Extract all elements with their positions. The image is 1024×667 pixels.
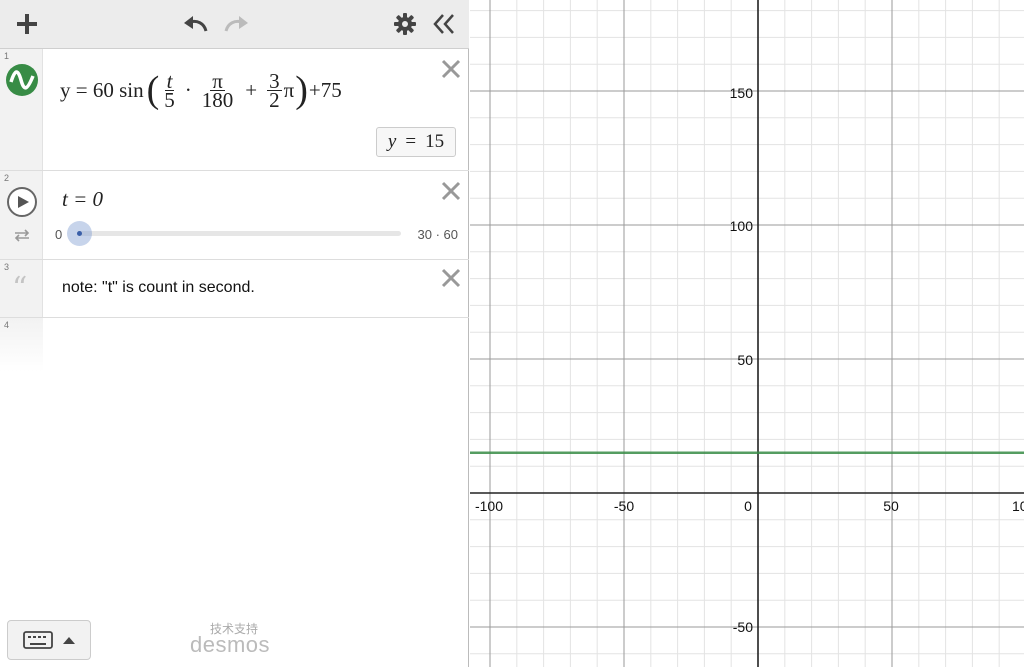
y-tick-label: 100 xyxy=(730,218,754,234)
expression-panel: 1 y = 60 sin ( t 5 · π 180 + 3 2 π) +75… xyxy=(0,0,469,667)
double-chevron-left-icon xyxy=(433,14,454,34)
close-icon xyxy=(441,59,461,79)
expression-formula[interactable]: y = 60 sin ( t 5 · π 180 + 3 2 π ) +75 xyxy=(60,69,342,112)
slider-track[interactable] xyxy=(79,231,401,236)
eval-value: 15 xyxy=(425,131,445,152)
slider-thumb-dot xyxy=(77,231,82,236)
undo-button[interactable] xyxy=(180,8,212,40)
empty-expression-gutter[interactable]: 4 xyxy=(0,318,43,372)
y-tick-label: 150 xyxy=(730,85,754,101)
settings-button[interactable] xyxy=(390,8,420,40)
x-tick-label: -50 xyxy=(614,498,634,514)
expression-index: 4 xyxy=(4,320,10,330)
slider-max-label[interactable]: 30 · 60 xyxy=(418,227,458,242)
fraction-denominator: 5 xyxy=(164,87,175,112)
close-icon xyxy=(441,268,461,288)
slider-min-label[interactable]: 0 xyxy=(55,227,62,242)
slider-variable-text[interactable]: t = 0 xyxy=(62,187,103,212)
fraction-denominator: 2 xyxy=(269,87,280,112)
collapse-panel-button[interactable] xyxy=(428,8,460,40)
expression-gutter: 3 “ xyxy=(0,260,43,317)
keyboard-toggle-button[interactable] xyxy=(7,620,91,660)
keyboard-icon xyxy=(23,631,53,649)
loop-icon[interactable] xyxy=(12,227,32,243)
close-paren: ) xyxy=(295,69,308,111)
redo-icon xyxy=(224,16,248,32)
expression-index: 3 xyxy=(4,262,10,272)
undo-icon xyxy=(184,16,208,32)
fraction-t-over-5: t 5 xyxy=(162,70,177,112)
plus-icon xyxy=(17,14,37,34)
desmos-logo[interactable]: desmos xyxy=(190,632,270,658)
slider-expression-row[interactable]: 2 t = 0 0 30 · 60 xyxy=(0,171,469,260)
eval-equals: = xyxy=(405,131,417,152)
open-paren: ( xyxy=(146,69,160,111)
fraction-3-over-2: 3 2 xyxy=(267,70,282,112)
fraction-denominator: 180 xyxy=(201,87,234,112)
expression-index: 2 xyxy=(4,173,10,183)
y-tick-label: -50 xyxy=(733,619,753,635)
plus-sign: + xyxy=(245,77,258,102)
expression-gutter: 1 xyxy=(0,49,43,170)
quote-icon: “ xyxy=(12,271,28,306)
delete-expression-button[interactable] xyxy=(441,181,461,201)
eval-variable: y xyxy=(387,131,397,152)
add-item-button[interactable] xyxy=(12,8,42,40)
x-tick-label: 10 xyxy=(1012,498,1024,514)
redo-button[interactable] xyxy=(220,8,252,40)
evaluation-badge: y = 15 xyxy=(376,127,456,157)
graph-color-toggle-icon[interactable] xyxy=(5,63,39,97)
note-text[interactable]: note: "t" is count in second. xyxy=(62,279,255,297)
multiply-dot: · xyxy=(184,77,192,102)
y-tick-label: 50 xyxy=(737,352,753,368)
formula-tail: +75 xyxy=(308,77,342,102)
x-tick-label: 0 xyxy=(744,498,752,514)
slider-thumb[interactable] xyxy=(67,221,92,246)
formula-lhs: y = 60 sin xyxy=(60,77,144,102)
play-icon[interactable] xyxy=(6,186,38,218)
x-tick-label: 50 xyxy=(883,498,899,514)
expression-gutter: 2 xyxy=(0,171,43,259)
delete-expression-button[interactable] xyxy=(441,59,461,79)
expression-index: 1 xyxy=(4,51,10,61)
gear-icon xyxy=(394,13,416,35)
expression-row[interactable]: 1 y = 60 sin ( t 5 · π 180 + 3 2 π) +75… xyxy=(0,49,469,171)
x-tick-label: -100 xyxy=(475,498,503,514)
expression-toolbar xyxy=(0,0,469,49)
close-icon xyxy=(441,181,461,201)
caret-up-icon xyxy=(63,637,75,644)
pi-symbol: π xyxy=(283,77,295,102)
fraction-pi-over-180: π 180 xyxy=(200,70,236,112)
note-row[interactable]: 3 “ note: "t" is count in second. xyxy=(0,260,469,318)
graph-canvas[interactable]: -100 -50 0 50 10 150 100 50 -50 xyxy=(470,0,1024,667)
delete-expression-button[interactable] xyxy=(441,268,461,288)
